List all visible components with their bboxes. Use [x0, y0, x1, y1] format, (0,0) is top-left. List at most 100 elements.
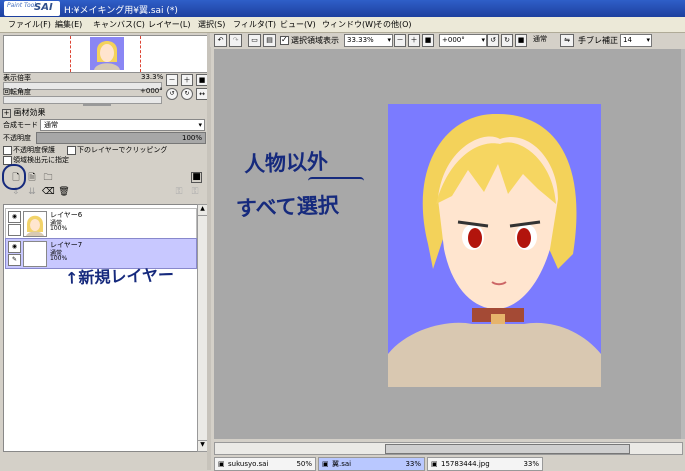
logo-small-text: Paint Tool [7, 2, 36, 9]
menu-other[interactable]: その他(O) [375, 19, 412, 30]
panel-divider[interactable] [207, 33, 211, 470]
splitter-handle[interactable] [83, 103, 111, 106]
navigator[interactable] [3, 35, 208, 73]
selection-visible-checkbox[interactable]: ✓ [280, 35, 289, 45]
menu-window[interactable]: ウィンドウ(W) [322, 19, 376, 30]
zoom-out-button[interactable]: － [166, 74, 178, 86]
menu-layer[interactable]: レイヤー(L) [148, 19, 190, 30]
clear-layer-icon[interactable]: ⌫ [42, 186, 55, 198]
lock-icon: ⚿ [175, 187, 183, 197]
new-vector-layer-icon[interactable]: 🗎 [26, 172, 38, 184]
menu-view[interactable]: ビュー(V) [280, 19, 316, 30]
opacity-slider[interactable]: 100% [36, 132, 206, 144]
expand-icon[interactable]: + [2, 109, 11, 118]
tab-zoom: 33% [523, 460, 539, 468]
tab-name: 翼.sai [332, 460, 352, 468]
canvas-horizontal-scrollbar[interactable] [214, 442, 683, 455]
left-panel: 表示倍率 33.3% － ＋ ■ 回転角度 +000° ↺ ↻ ↔ + 画材効果… [0, 33, 210, 470]
blend-mode-toolbar[interactable]: 通常 [531, 34, 557, 45]
rotate-value: +000° [140, 87, 163, 95]
stabilizer-label: 手ブレ補正 [578, 36, 618, 45]
clip-below-checkbox[interactable] [67, 146, 76, 155]
tab-document-2[interactable]: ▣ 翼.sai 33% [318, 457, 425, 471]
dropdown-icon: ▾ [198, 121, 202, 129]
invert-selection-button[interactable]: ▤ [263, 34, 276, 47]
layer-panel-menu-icon[interactable]: ■ [191, 172, 202, 183]
rotate-right-button[interactable]: ↻ [181, 88, 193, 100]
scroll-up-icon[interactable]: ▲ [198, 205, 207, 216]
layer-opacity: 100% [50, 225, 68, 232]
tab-name: sukusyo.sai [228, 460, 269, 468]
rotate-left-button[interactable]: ↺ [166, 88, 178, 100]
delete-layer-icon[interactable]: 🗑 [58, 186, 70, 198]
visibility-eye-icon[interactable]: ◉ [8, 211, 21, 223]
dropdown-icon: ▾ [481, 36, 485, 44]
deselect-button[interactable]: ▭ [248, 34, 261, 47]
blend-mode-label: 合成モード [3, 121, 38, 129]
blend-mode-select[interactable]: 通常 ▾ [40, 119, 205, 131]
canvas-image[interactable] [388, 104, 601, 387]
canvas-edge [681, 49, 685, 439]
opacity-label: 不透明度 [3, 134, 31, 142]
underline-annotation [308, 177, 364, 185]
layer-thumbnail [23, 211, 47, 237]
visibility-eye-icon[interactable]: ◉ [8, 241, 21, 253]
canvas-toolbar: ↶ ↷ ▭ ▤ ✓ 選択領域表示 33.33% ▾ － ＋ ■ +000° ▾ … [210, 33, 685, 47]
zoom-in-button[interactable]: ＋ [181, 74, 193, 86]
selection-annotation-line1: 人物以外 [243, 149, 329, 177]
zoom-field[interactable]: 33.33% ▾ [344, 34, 393, 47]
rotate-cw-button[interactable]: ↻ [501, 34, 513, 47]
tab-document-1[interactable]: ▣ sukusyo.sai 50% [214, 457, 316, 471]
tab-zoom: 50% [296, 460, 312, 468]
selection-annotation-line2: すべて選択 [235, 193, 340, 221]
navigator-thumbnail[interactable] [90, 37, 124, 70]
window-title: H:¥メイキング用¥翼.sai (*) [64, 6, 178, 16]
tab-document-3[interactable]: ▣ 15783444.jpg 33% [427, 457, 543, 471]
stabilizer-field[interactable]: 14 ▾ [620, 34, 652, 47]
navigator-view-left [70, 36, 71, 72]
menu-filter[interactable]: フィルタ(T) [233, 19, 276, 30]
character-illustration [388, 113, 601, 387]
menu-selection[interactable]: 選択(S) [198, 19, 225, 30]
paper-effect-header: + 画材効果 [2, 108, 46, 118]
toolbar-zoom-in-button[interactable]: ＋ [408, 34, 420, 47]
canvas-area[interactable]: 人物以外 すべて選択 [214, 49, 681, 439]
new-folder-icon[interactable]: 🗀 [42, 172, 54, 184]
rotate-reset-toolbar-button[interactable]: ■ [515, 34, 527, 47]
toolbar-zoom-reset-button[interactable]: ■ [422, 34, 434, 47]
logo-big-text: SAI [34, 2, 53, 13]
toolbar-zoom-out-button[interactable]: － [394, 34, 406, 47]
document-tabs: ▣ sukusyo.sai 50% ▣ 翼.sai 33% ▣ 15783444… [214, 456, 685, 471]
merge-down-icon: ⇊ [28, 187, 36, 197]
scroll-thumb[interactable] [385, 444, 630, 454]
new-layer-annotation: ↑新規レイヤー [64, 265, 175, 288]
protect-opacity-label: 不透明度保護 [13, 146, 55, 154]
sample-source-label: 領域検出元に指定 [13, 156, 69, 164]
redo-button[interactable]: ↷ [229, 34, 242, 47]
rotate-ccw-button[interactable]: ↺ [487, 34, 499, 47]
opacity-value: 100% [181, 134, 202, 142]
link-icon: ⚿ [191, 187, 199, 197]
tab-zoom: 33% [405, 460, 421, 468]
blend-mode-value: 通常 [44, 121, 58, 129]
flip-button[interactable]: ⇋ [560, 34, 574, 47]
menu-edit[interactable]: 編集(E) [55, 19, 82, 30]
scroll-down-icon[interactable]: ▼ [198, 440, 207, 451]
navigator-view-right [140, 36, 141, 72]
zoom-value: 33.3% [141, 73, 164, 81]
layer-edit-icon[interactable]: ✎ [8, 254, 21, 266]
selection-visible-label: 選択領域表示 [291, 36, 339, 45]
dropdown-icon: ▾ [646, 36, 650, 44]
layer-row[interactable]: ◉ レイヤー6 通常 100% [5, 208, 197, 239]
rotation-field[interactable]: +000° ▾ [439, 34, 487, 47]
layer-lock-icon[interactable] [8, 224, 21, 236]
menu-file[interactable]: ファイル(F) [8, 19, 51, 30]
protect-opacity-checkbox[interactable] [3, 146, 12, 155]
document-icon: ▣ [218, 460, 225, 468]
stabilizer-value: 14 [623, 36, 632, 44]
layer-list[interactable]: ◉ レイヤー6 通常 100% ◉ ✎ レイヤー7 通常 100% [3, 204, 198, 452]
document-icon: ▣ [431, 460, 438, 468]
layer-opacity: 100% [50, 255, 68, 262]
undo-button[interactable]: ↶ [214, 34, 227, 47]
menu-canvas[interactable]: キャンバス(C) [93, 19, 145, 30]
